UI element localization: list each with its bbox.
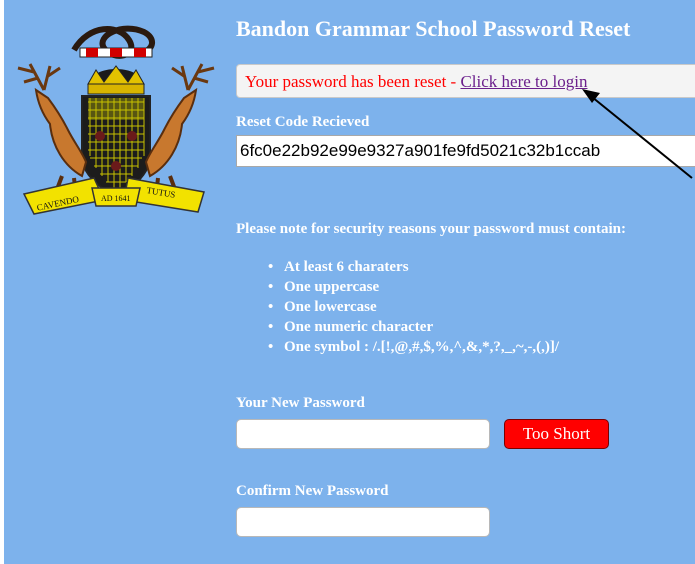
- new-password-label: Your New Password: [236, 395, 365, 411]
- page-title: Bandon Grammar School Password Reset: [236, 16, 631, 41]
- reset-code-label: Reset Code Recieved: [236, 114, 370, 130]
- requirements-list: At least 6 charaters One uppercase One l…: [268, 257, 559, 357]
- requirement-item: One numeric character: [268, 317, 559, 337]
- success-message: Your password has been reset - Click her…: [245, 72, 587, 92]
- password-strength-badge: Too Short: [504, 419, 609, 449]
- requirements-intro: Please note for security reasons your pa…: [236, 221, 626, 237]
- requirement-item: One lowercase: [268, 297, 559, 317]
- requirement-item: One uppercase: [268, 277, 559, 297]
- reset-code-value: 6fc0e22b92e99e9327a901fe9fd5021c32b1ccab: [240, 141, 601, 160]
- confirm-password-label: Confirm New Password: [236, 483, 389, 499]
- login-link[interactable]: Click here to login: [460, 72, 587, 91]
- crest-year: AD 1641: [101, 194, 131, 203]
- requirement-item: At least 6 charaters: [268, 257, 559, 277]
- success-message-box: Your password has been reset - Click her…: [236, 64, 695, 98]
- requirement-item: One symbol : /.[!,@,#,$,%,^,&,*,?,_,~,-,…: [268, 337, 559, 357]
- page-canvas: CAVENDO TUTUS AD 1641 Bandon Grammar Sch…: [4, 0, 695, 564]
- new-password-input[interactable]: [236, 419, 490, 449]
- success-message-text: Your password has been reset -: [245, 72, 461, 91]
- confirm-password-input[interactable]: [236, 507, 490, 537]
- school-crest-logo: CAVENDO TUTUS AD 1641: [17, 25, 215, 215]
- reset-code-field[interactable]: 6fc0e22b92e99e9327a901fe9fd5021c32b1ccab: [236, 135, 695, 167]
